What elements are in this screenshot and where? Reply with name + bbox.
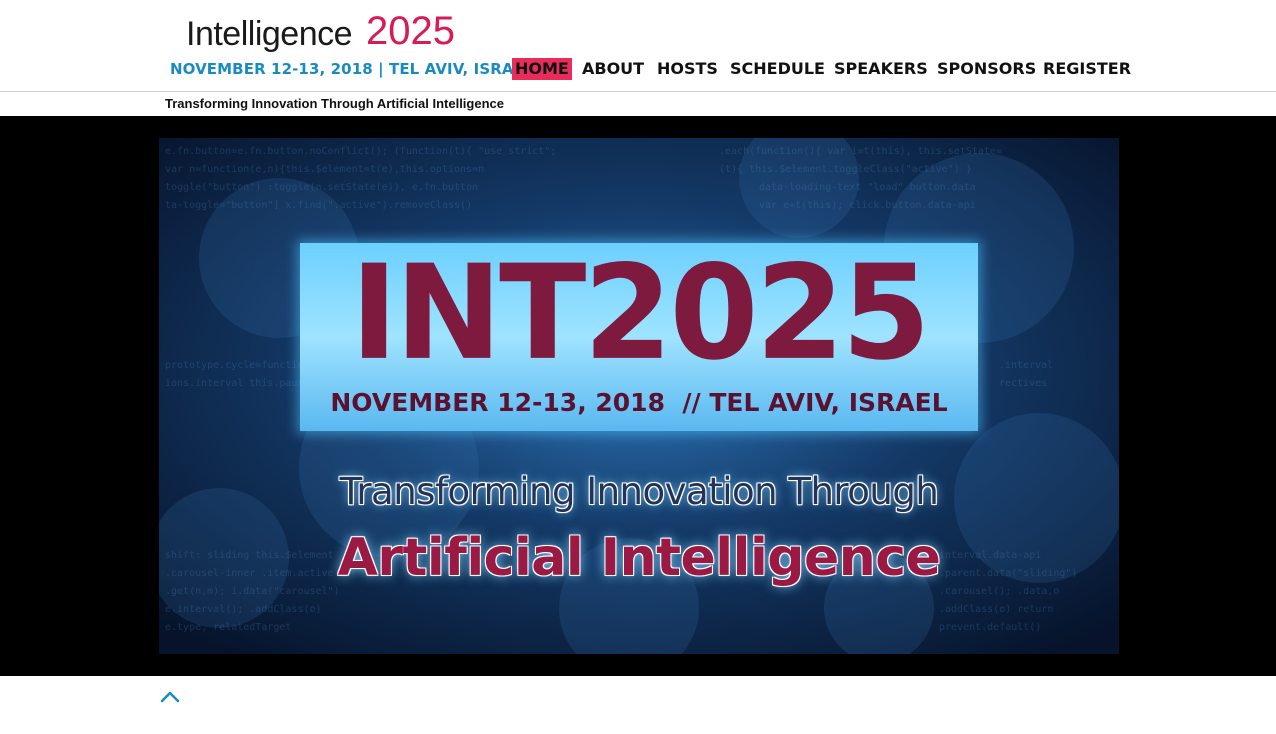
scroll-to-top-button[interactable] (158, 686, 182, 706)
svg-text:.each(function(){ var i=t(this: .each(function(){ var i=t(this), this.se… (719, 146, 1002, 157)
nav-item-register[interactable]: REGISTER (1043, 58, 1131, 80)
nav-item-sponsors[interactable]: SPONSORS (937, 58, 1036, 80)
hero-section: e.fn.button=e.fn.button.noConflict(); (f… (0, 116, 1276, 676)
logo-word[interactable]: Intelligence (186, 15, 353, 54)
hero-line-2: Artificial Intelligence (337, 528, 941, 588)
nav-item-hosts[interactable]: HOSTS (657, 58, 718, 80)
main-nav: HOME ABOUT HOSTS SCHEDULE SPEAKERS SPONS… (0, 58, 1276, 82)
svg-text:e.type, relatedTarget: e.type, relatedTarget (165, 622, 291, 633)
site-header: Intelligence 2025 NOVEMBER 12-13, 2018 |… (0, 0, 1276, 92)
hero-line-1: Transforming Innovation Through (339, 470, 939, 513)
chevron-up-icon[interactable] (158, 686, 182, 706)
logo-year[interactable]: 2025 (366, 9, 455, 54)
svg-text:data-loading-text "load" butto: data-loading-text "load" button.data (759, 182, 976, 193)
svg-text:e.fn.button=e.fn.button.noConf: e.fn.button=e.fn.button.noConflict(); (f… (165, 146, 556, 157)
nav-item-speakers[interactable]: SPEAKERS (834, 58, 928, 80)
svg-text:.addClass(o) return: .addClass(o) return (939, 604, 1053, 615)
svg-text:var e=t(this); click.button.da: var e=t(this); click.button.data-api (759, 200, 976, 211)
svg-text:e.interval(); .addClass(o): e.interval(); .addClass(o) (165, 604, 322, 615)
svg-text:(t){ this.$element.toggleClass: (t){ this.$element.toggleClass("active")… (719, 164, 972, 175)
hero-banner: e.fn.button=e.fn.button.noConflict(); (f… (159, 138, 1119, 654)
svg-text:var n=function(e,n){this.$elem: var n=function(e,n){this.$element=t(e),t… (165, 164, 484, 175)
svg-text:ta-toggle="button"] x.find(".a: ta-toggle="button"] x.find(".active").re… (165, 200, 472, 211)
svg-text:rectives: rectives (999, 378, 1047, 389)
hero-date-line: NOVEMBER 12-13, 2018 // TEL AVIV, ISRAEL (330, 388, 948, 417)
svg-text:.interval: .interval (999, 360, 1053, 371)
svg-text:prevent.default(): prevent.default() (939, 622, 1041, 633)
svg-text:toggle("button") :toggle(n.set: toggle("button") :toggle(n.setState(e)),… (165, 182, 478, 193)
site-tagline: Transforming Innovation Through Artifici… (165, 96, 504, 111)
nav-item-schedule[interactable]: SCHEDULE (730, 58, 825, 80)
hero-big-title: INT2025 (350, 237, 930, 390)
nav-item-about[interactable]: ABOUT (582, 58, 644, 80)
nav-item-home[interactable]: HOME (512, 58, 572, 80)
